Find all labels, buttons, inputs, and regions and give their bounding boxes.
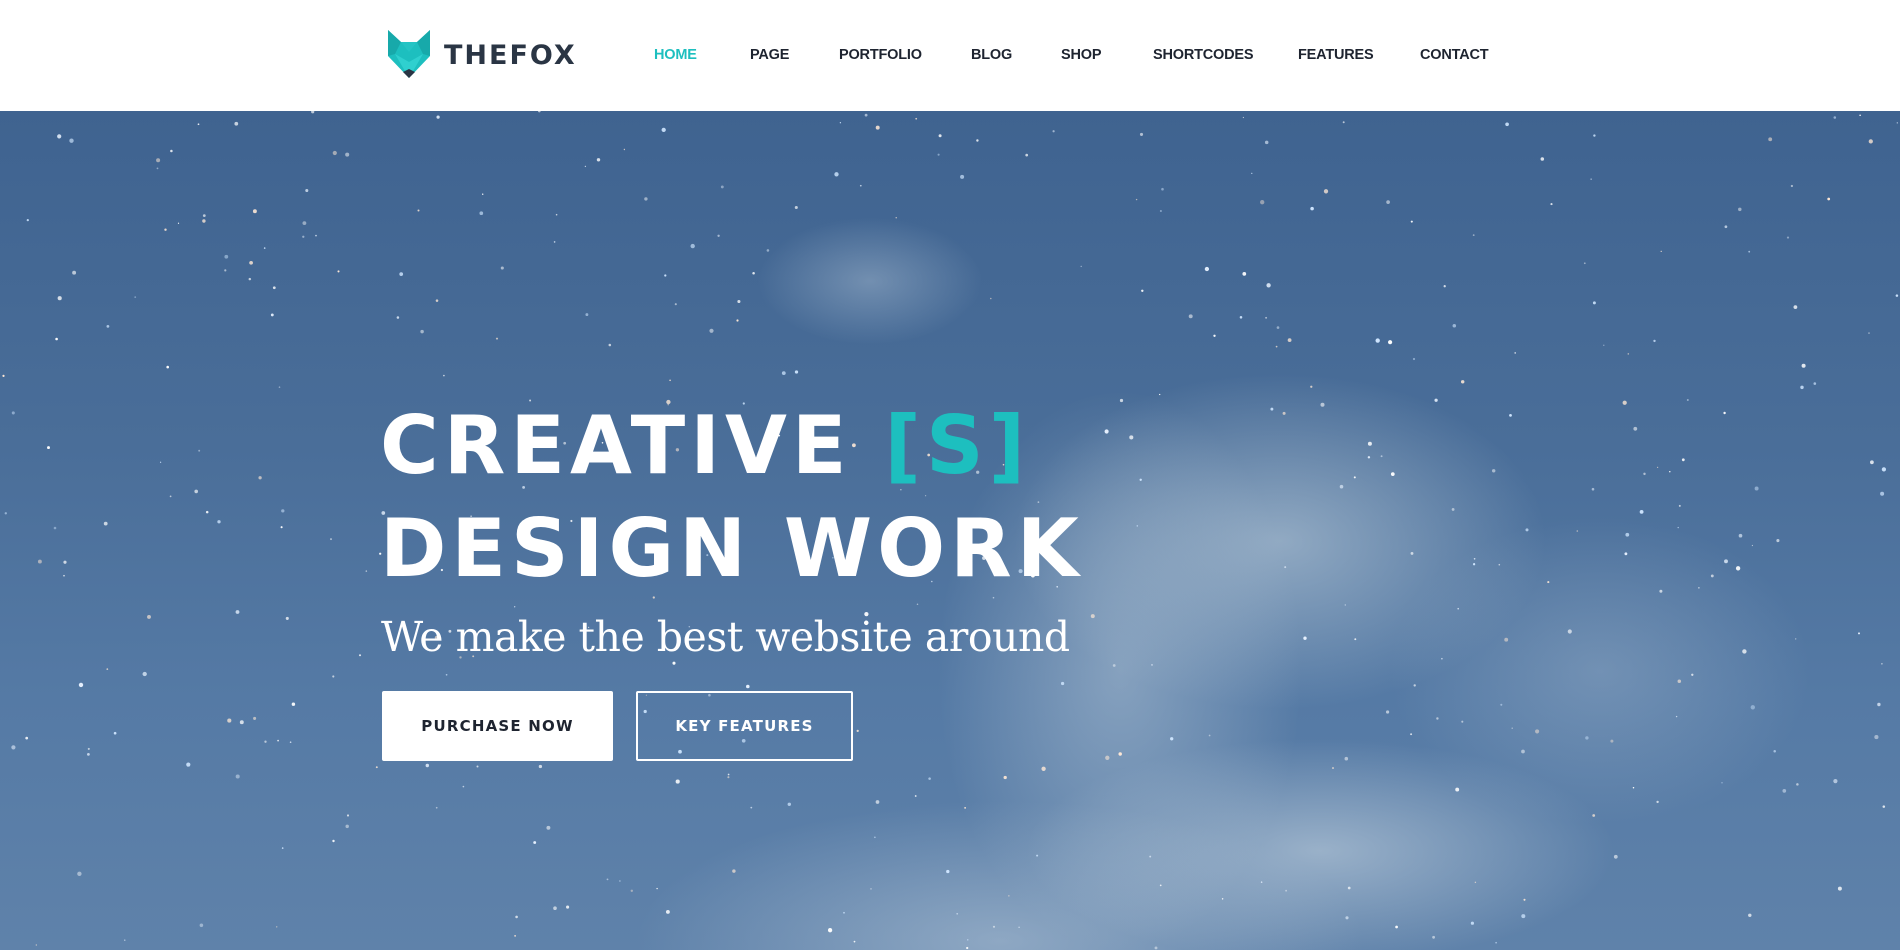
hero-title-line2: DESIGN WORK [380,502,1084,595]
page: THEFOX HOME PAGE PORTFOLIO BLOG SHOP SHO… [0,0,1900,950]
nav-item-contact[interactable]: CONTACT [1420,47,1489,63]
hero-title-accent: [S] [884,399,1031,492]
nav-item-blog[interactable]: BLOG [971,47,1012,63]
hero-title: CREATIVE [S] DESIGN WORK [380,394,1084,600]
hero-section: CREATIVE [S] DESIGN WORK We make the bes… [0,111,1900,950]
nav-item-shortcodes[interactable]: SHORTCODES [1153,47,1254,63]
key-features-button[interactable]: KEY FEATURES [636,691,853,761]
purchase-now-button[interactable]: PURCHASE NOW [382,691,613,761]
nav-item-home[interactable]: HOME [654,47,697,63]
nav-item-features[interactable]: FEATURES [1298,47,1374,63]
nav-item-portfolio[interactable]: PORTFOLIO [839,47,922,63]
main-nav: HOME PAGE PORTFOLIO BLOG SHOP SHORTCODES… [0,0,1900,111]
hero-subtitle: We make the best website around [381,613,1070,661]
site-header: THEFOX HOME PAGE PORTFOLIO BLOG SHOP SHO… [0,0,1900,111]
nav-item-page[interactable]: PAGE [750,47,789,63]
nav-item-shop[interactable]: SHOP [1061,47,1101,63]
hero-title-line1: CREATIVE [380,399,852,492]
